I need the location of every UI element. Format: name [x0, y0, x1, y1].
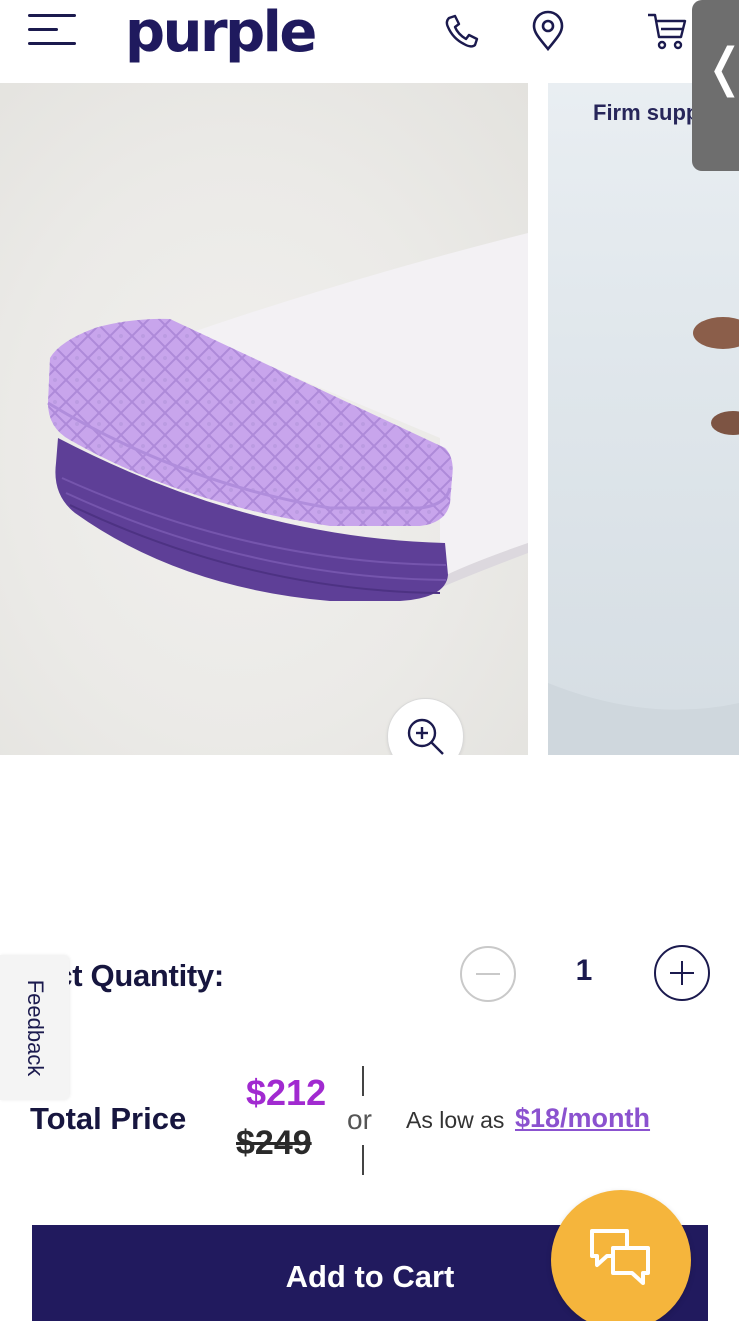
- total-price-label: Total Price: [30, 1101, 187, 1136]
- or-separator: or: [347, 1104, 372, 1135]
- original-price: $249: [236, 1124, 312, 1162]
- sale-price: $212: [246, 1072, 327, 1113]
- brand-logo[interactable]: purple: [125, 0, 317, 68]
- divider-bottom: [362, 1145, 364, 1175]
- lifestyle-photo: [548, 317, 739, 755]
- carousel-previous-tab[interactable]: ❬: [692, 0, 739, 171]
- product-image-slide-2[interactable]: Firm supp: [548, 83, 739, 755]
- chat-bubbles-icon: [590, 1229, 650, 1285]
- location-pin-icon[interactable]: [526, 10, 570, 54]
- quantity-decrease-button[interactable]: [460, 946, 516, 1002]
- phone-icon[interactable]: [440, 10, 484, 54]
- zoom-in-icon: [407, 718, 444, 755]
- product-image-slide[interactable]: [0, 83, 528, 755]
- financing-text: As low as: [406, 1107, 505, 1133]
- menu-icon[interactable]: [28, 14, 78, 46]
- feedback-tab[interactable]: Feedback: [0, 955, 69, 1100]
- site-header: purple: [0, 0, 739, 83]
- feedback-label: Feedback: [23, 979, 48, 1077]
- quantity-increase-button[interactable]: [654, 945, 710, 1001]
- chat-button[interactable]: [551, 1190, 691, 1321]
- pillow-illustration: [47, 233, 528, 601]
- slide-caption: Firm supp: [593, 100, 700, 125]
- quantity-value: 1: [575, 954, 593, 987]
- cart-icon[interactable]: [645, 10, 689, 54]
- monthly-payment-link[interactable]: $18/month: [515, 1103, 650, 1134]
- divider-top: [362, 1066, 364, 1096]
- chevron-left-icon: ❬: [703, 38, 739, 98]
